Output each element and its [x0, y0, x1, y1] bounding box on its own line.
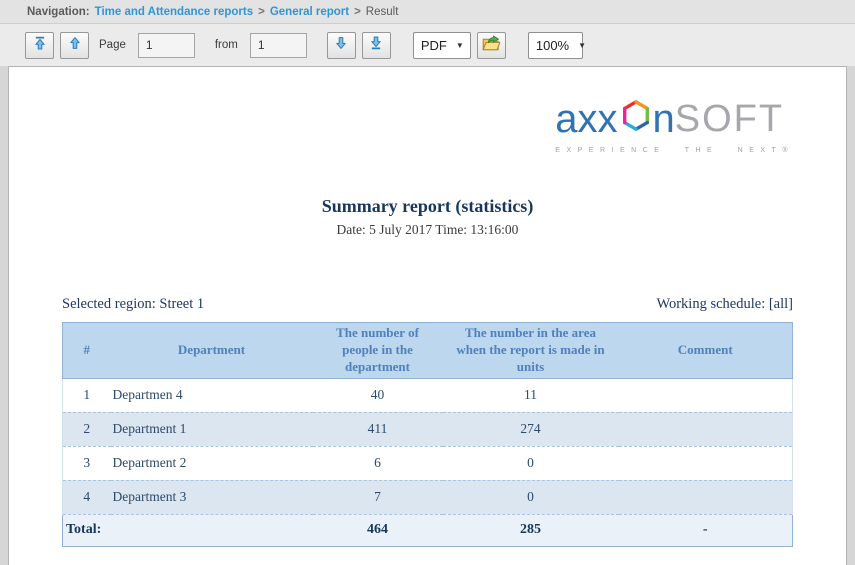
header-department: Department — [111, 323, 313, 379]
page-label: Page — [99, 39, 126, 51]
total-area-count: 285 — [443, 514, 619, 546]
summary-table: # Department The number of people in the… — [62, 322, 793, 547]
first-page-button[interactable] — [25, 32, 54, 59]
row-comment — [619, 446, 793, 480]
row-people-count: 6 — [313, 446, 443, 480]
table-header-row: # Department The number of people in the… — [63, 323, 793, 379]
next-page-icon — [334, 36, 348, 55]
header-area-count: The number in the area when the report i… — [443, 323, 619, 379]
logo-text-n: n — [653, 99, 675, 139]
first-page-icon — [33, 36, 47, 55]
chevron-down-icon: ▼ — [456, 41, 464, 50]
chevron-down-icon: ▼ — [578, 41, 586, 50]
selected-region-label: Selected region: Street 1 — [62, 296, 204, 313]
export-format-value: PDF — [421, 38, 447, 53]
breadcrumb-separator: > — [354, 6, 361, 18]
header-comment: Comment — [619, 323, 793, 379]
working-schedule-label: Working schedule: [all] — [656, 296, 793, 313]
row-department: Department 2 — [111, 446, 313, 480]
breadcrumb-separator: > — [258, 6, 265, 18]
row-department: Department 3 — [111, 480, 313, 514]
breadcrumb-label: Navigation: — [27, 6, 90, 18]
total-label: Total: — [63, 514, 313, 546]
row-area-count: 0 — [443, 480, 619, 514]
axxonsoft-logo: axx n SOFT EXPE — [555, 97, 794, 154]
total-pages-input[interactable] — [250, 33, 307, 58]
row-number: 2 — [63, 412, 111, 446]
breadcrumb-link-time-attendance[interactable]: Time and Attendance reports — [95, 6, 253, 18]
logo-text-soft: SOFT — [675, 100, 784, 138]
row-number: 4 — [63, 480, 111, 514]
row-people-count: 7 — [313, 480, 443, 514]
row-area-count: 11 — [443, 378, 619, 412]
total-comment: - — [619, 514, 793, 546]
table-row: 2 Department 1 411 274 — [63, 412, 793, 446]
zoom-select[interactable]: 100% ▼ — [528, 32, 583, 59]
report-page: axx n SOFT EXPE — [8, 66, 847, 565]
logo-text-axx: axx — [555, 99, 617, 139]
zoom-value: 100% — [536, 38, 569, 53]
row-comment — [619, 412, 793, 446]
next-page-button[interactable] — [327, 32, 356, 59]
export-icon — [482, 35, 501, 56]
last-page-button[interactable] — [362, 32, 391, 59]
table-total-row: Total: 464 285 - — [63, 514, 793, 546]
header-people-count: The number of people in the department — [313, 323, 443, 379]
row-area-count: 0 — [443, 446, 619, 480]
header-number: # — [63, 323, 111, 379]
report-date-line: Date: 5 July 2017 Time: 13:16:00 — [9, 222, 846, 238]
row-department: Departmen 4 — [111, 378, 313, 412]
row-people-count: 411 — [313, 412, 443, 446]
breadcrumb-current: Result — [366, 6, 399, 18]
row-comment — [619, 378, 793, 412]
row-department: Department 1 — [111, 412, 313, 446]
report-title: Summary report (statistics) — [9, 196, 846, 217]
row-number: 3 — [63, 446, 111, 480]
table-row: 3 Department 2 6 0 — [63, 446, 793, 480]
report-toolbar: Page from PDF ▼ 10 — [0, 24, 855, 66]
breadcrumb-link-general-report[interactable]: General report — [270, 6, 349, 18]
from-label: from — [215, 39, 238, 51]
table-row: 1 Departmen 4 40 11 — [63, 378, 793, 412]
export-button[interactable] — [477, 32, 506, 59]
row-area-count: 274 — [443, 412, 619, 446]
total-people-count: 464 — [313, 514, 443, 546]
last-page-icon — [369, 36, 383, 55]
row-number: 1 — [63, 378, 111, 412]
row-comment — [619, 480, 793, 514]
row-people-count: 40 — [313, 378, 443, 412]
export-format-select[interactable]: PDF ▼ — [413, 32, 471, 59]
table-row: 4 Department 3 7 0 — [63, 480, 793, 514]
axxon-hexagon-icon — [620, 97, 652, 140]
logo-tagline: EXPERIENCE THE NEXT® — [555, 147, 794, 154]
page-number-input[interactable] — [138, 33, 195, 58]
breadcrumb: Navigation: Time and Attendance reports … — [0, 0, 855, 24]
previous-page-button[interactable] — [60, 32, 89, 59]
previous-page-icon — [68, 36, 82, 55]
